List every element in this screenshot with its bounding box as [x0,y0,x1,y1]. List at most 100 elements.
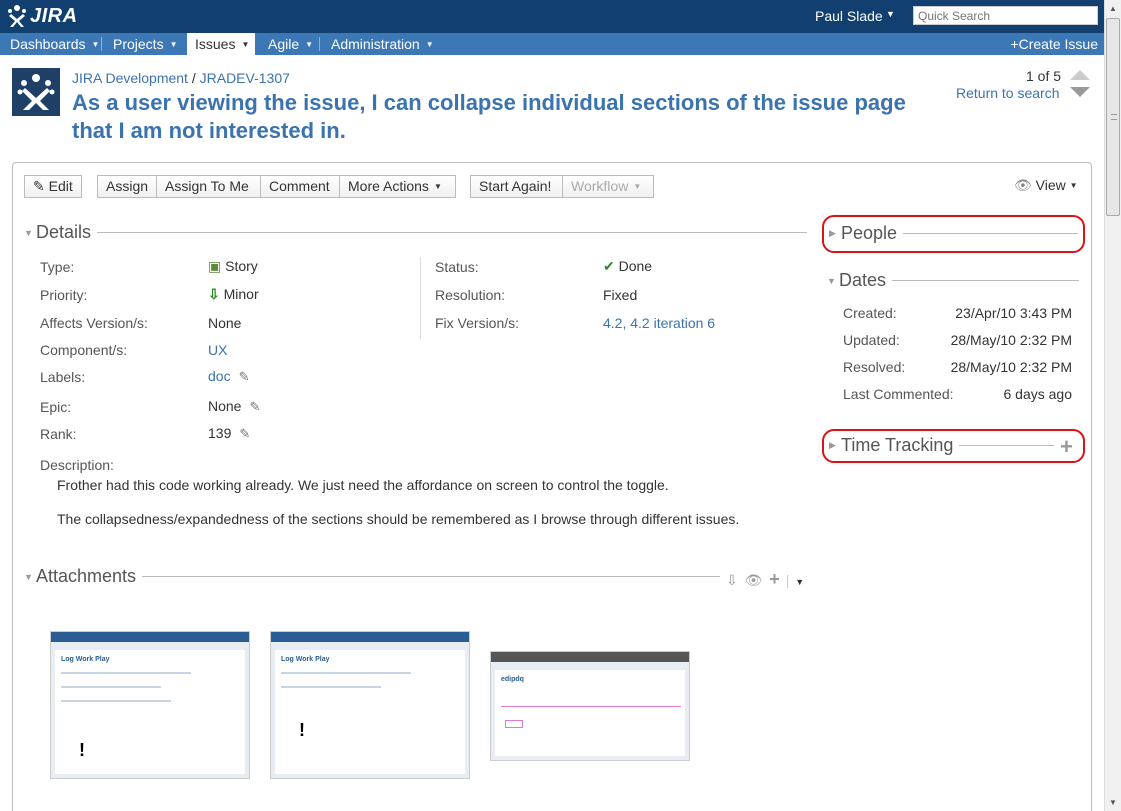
issue-title[interactable]: As a user viewing the issue, I can colla… [72,89,942,145]
thumbnail-line [281,672,411,674]
eye-icon[interactable]: 👁 [745,572,763,588]
nav-issues[interactable]: Issues ▼ [187,33,255,55]
next-issue-icon[interactable] [1070,87,1090,97]
add-attachment-icon[interactable]: + [769,569,780,589]
expand-toggle-icon[interactable]: ▶ [829,228,841,239]
chevron-down-icon[interactable]: ▼ [426,40,434,49]
fix-version-link[interactable]: 4.2, 4.2 iteration 6 [603,315,715,331]
pencil-icon[interactable]: ✎ [239,369,250,385]
chevron-down-icon[interactable]: ▼ [170,40,178,49]
component-link[interactable]: UX [208,342,227,358]
label-link[interactable]: doc [208,368,231,384]
expand-toggle-icon[interactable]: ▶ [829,440,841,451]
done-check-icon: ✔ [603,258,615,274]
jira-logo-icon [8,5,26,27]
collapse-toggle-icon[interactable]: ▼ [24,572,36,582]
people-module-header[interactable]: ▶ People [829,223,1078,244]
description-paragraph: Frother had this code working already. W… [57,477,669,493]
download-icon[interactable]: ⇩ [726,572,738,588]
issue-pager-count: 1 of 5 [1026,68,1062,84]
affects-version-label: Affects Version/s: [40,315,148,331]
arrow-down-icon: ⇩ [208,286,220,302]
top-header: JIRA Paul Slade ▼ [0,0,1121,33]
labels-value: doc ✎ [208,368,249,385]
chevron-down-icon[interactable]: ▼ [92,40,100,49]
chevron-down-icon: ▼ [633,182,642,191]
assign-to-me-button[interactable]: Assign To Me [156,175,261,198]
project-avatar[interactable] [12,68,60,116]
thumbnail-mark: ! [299,720,305,740]
thumbnail-header [271,632,469,642]
collapse-toggle-icon[interactable]: ▼ [827,276,839,286]
heading-rule [959,445,1054,446]
user-menu[interactable]: Paul Slade [815,8,883,24]
comment-button[interactable]: Comment [260,175,340,198]
nav-projects[interactable]: Projects ▼ [103,33,185,55]
thumbnail-body: edipdq [495,670,685,756]
created-value: 23/Apr/10 3:43 PM [955,305,1072,321]
component-label: Component/s: [40,342,128,358]
vertical-scrollbar[interactable]: ▲ ▼ [1104,0,1121,811]
nav-label: Dashboards [10,36,86,52]
jira-logo[interactable]: JIRA [6,4,78,28]
updated-value: 28/May/10 2:32 PM [950,332,1072,348]
attachment-thumbnail[interactable]: Log Work Play ! [50,631,250,779]
nav-divider [101,37,102,51]
more-actions-label: More Actions [348,178,429,194]
dates-module-header[interactable]: ▼ Dates [827,270,1079,291]
add-time-icon[interactable]: + [1060,434,1073,460]
logo-text: JIRA [30,4,78,27]
view-label: View [1035,177,1066,193]
thumbnail-header [491,652,689,662]
thumbnail-mark: ! [79,740,85,760]
dates-heading: Dates [839,270,887,290]
details-heading: Details [36,222,92,242]
pencil-icon[interactable]: ✎ [239,426,250,442]
thumbnail-line [61,672,191,674]
updated-label: Updated: [843,332,900,348]
view-button[interactable]: 👁 View ▼ [1014,177,1078,194]
thumbnail-line [505,720,523,728]
nav-administration[interactable]: Administration ▼ [321,33,436,55]
attachment-thumbnail[interactable]: Log Work Play ! [270,631,470,779]
affects-version-value: None [208,315,242,331]
scroll-down-icon[interactable]: ▼ [1109,798,1117,807]
thumbnail-line [501,706,681,707]
details-module-header[interactable]: ▼ Details [24,222,807,243]
create-issue-button[interactable]: +Create Issue [1010,33,1098,55]
collapse-toggle-icon[interactable]: ▼ [24,228,36,238]
attachments-module-header[interactable]: ▼ Attachments [24,566,720,587]
nav-dashboards[interactable]: Dashboards ▼ [0,33,100,55]
workflow-button: Workflow ▼ [562,175,654,198]
pencil-icon[interactable]: ✎ [249,399,260,415]
scroll-thumb[interactable] [1106,18,1120,216]
breadcrumb-project[interactable]: JIRA Development [72,70,188,86]
rank-text: 139 [208,425,232,441]
heading-rule [903,233,1078,234]
attachment-thumbnail[interactable]: edipdq [490,651,690,761]
edit-button[interactable]: ✎ Edit [24,175,82,198]
nav-label: Agile [268,36,300,52]
details-column-divider [420,257,421,339]
scroll-up-icon[interactable]: ▲ [1109,4,1117,13]
quick-search-input[interactable] [913,6,1098,25]
chevron-down-icon[interactable]: ▼ [241,40,249,49]
thumbnail-title: edipdq [501,676,524,683]
thumbnail-body: Log Work Play ! [275,650,465,774]
chevron-down-icon[interactable]: ▼ [305,40,313,49]
time-tracking-module-header[interactable]: ▶ Time Tracking [829,435,1054,456]
chevron-down-icon[interactable]: ▼ [886,9,895,19]
chevron-down-icon[interactable]: ▼ [795,577,804,587]
return-to-search-link[interactable]: Return to search [956,85,1060,101]
more-actions-button[interactable]: More Actions ▼ [339,175,456,198]
thumbnail-line [61,700,171,702]
breadcrumb-issue-key[interactable]: JRADEV-1307 [200,70,290,86]
thumbnail-line [61,686,161,688]
main-nav: Dashboards ▼ Projects ▼ Issues ▼ Agile ▼ Adm… [0,33,1104,55]
start-again-button[interactable]: Start Again! [470,175,563,198]
priority-value: ⇩ Minor [208,286,259,303]
assign-button[interactable]: Assign [97,175,157,198]
epic-text: None [208,398,242,414]
nav-agile[interactable]: Agile ▼ [258,33,318,55]
previous-issue-icon[interactable] [1070,70,1090,80]
